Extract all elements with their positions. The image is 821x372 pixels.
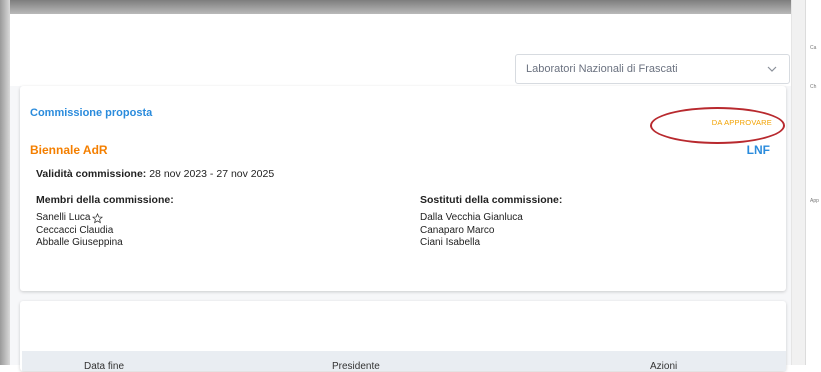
commission-title: Commissione proposta [30, 107, 153, 119]
star-outline-icon[interactable] [92, 212, 104, 224]
side-divider [791, 0, 806, 365]
members-list: Sanelli Luca Ceccacci Claudia Abballe Gi… [36, 212, 123, 250]
list-item: Ciani Isabella [420, 237, 523, 250]
substitutes-heading: Sostituti della commissione: [420, 194, 563, 206]
member-name: Sanelli Luca [36, 212, 91, 223]
main-content: Laboratori Nazionali di Frascati Commiss… [10, 14, 791, 372]
members-heading: Membri della commissione: [36, 194, 174, 206]
site-select-value: Laboratori Nazionali di Frascati [526, 63, 678, 75]
column-header-actions: Azioni [650, 361, 678, 372]
list-item: Abballe Giuseppina [36, 237, 123, 250]
list-item: Dalla Vecchia Gianluca [420, 212, 523, 225]
column-header-end-date[interactable]: Data fine [84, 361, 124, 372]
site-select[interactable]: Laboratori Nazionali di Frascati [515, 54, 790, 84]
list-item: Sanelli Luca [36, 212, 123, 225]
table-header: Data fine Presidente Azioni [22, 351, 786, 372]
commission-site: LNF [746, 143, 770, 157]
validity-label: Validità commissione: [36, 168, 147, 180]
window-top-border [0, 0, 821, 14]
commission-card: Commissione proposta DA APPROVARE Bienna… [20, 86, 786, 291]
side-label: App [810, 198, 819, 204]
commission-type: Biennale AdR [30, 143, 108, 157]
side-panel: Ca Ch App [805, 0, 821, 365]
window-left-border [0, 0, 10, 365]
member-name: Abballe Giuseppina [36, 237, 123, 248]
side-label: Ch [810, 84, 817, 90]
commissions-table: Data fine Presidente Azioni [20, 301, 786, 372]
validity-value: 28 nov 2023 - 27 nov 2025 [149, 168, 275, 180]
highlight-ring [650, 107, 785, 144]
member-name: Ceccacci Claudia [36, 224, 114, 236]
chevron-down-icon [767, 66, 777, 72]
list-item: Canaparo Marco [420, 225, 523, 238]
validity-line: Validità commissione: 28 nov 2023 - 27 n… [36, 168, 274, 180]
list-item: Ceccacci Claudia [36, 225, 123, 238]
substitutes-list: Dalla Vecchia Gianluca Canaparo Marco Ci… [420, 212, 523, 250]
substitute-name: Ciani Isabella [420, 237, 481, 248]
substitute-name: Dalla Vecchia Gianluca [420, 212, 523, 223]
column-header-president[interactable]: Presidente [332, 361, 380, 372]
substitute-name: Canaparo Marco [420, 224, 495, 236]
side-label: Ca [810, 45, 817, 51]
